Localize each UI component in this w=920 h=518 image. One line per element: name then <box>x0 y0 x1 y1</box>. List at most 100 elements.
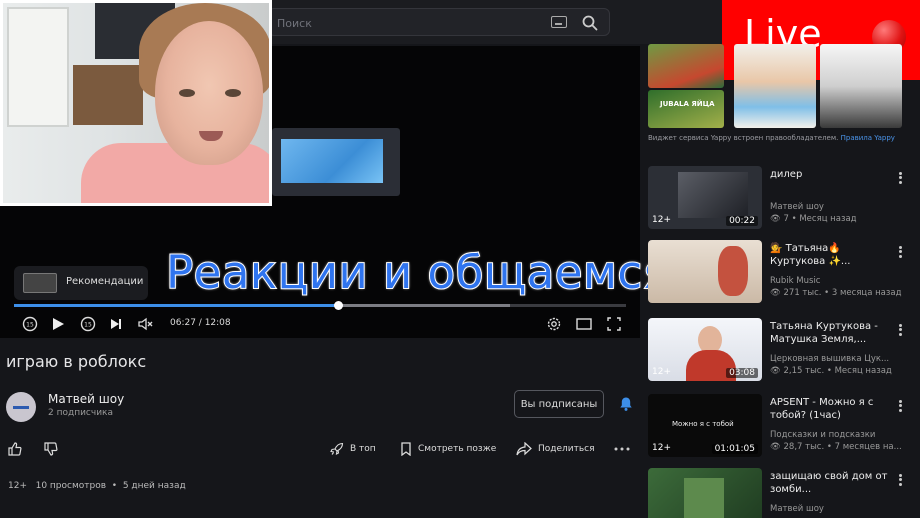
age-rating: 12+ <box>652 367 671 377</box>
video-meta: 12+ 10 просмотров • 5 дней назад <box>8 481 186 491</box>
recommendations-thumbnail <box>23 273 57 293</box>
age-rating: 12+ <box>652 443 671 453</box>
video-thumbnail[interactable] <box>648 468 762 518</box>
embedded-thumbnail <box>281 139 383 183</box>
channel-name[interactable]: Rubik Music <box>770 276 910 286</box>
upload-date: 3 месяца назад <box>831 288 902 298</box>
search-box[interactable] <box>268 8 610 36</box>
rewind-10-icon[interactable]: 15 <box>20 314 40 334</box>
watch-later-label: Смотреть позже <box>418 444 497 454</box>
sidebar: JUBALA ЯЙЦА Виджет сервиса Yappy встроен… <box>640 44 920 518</box>
dislike-icon[interactable] <box>44 441 58 457</box>
video-thumbnail[interactable]: 12+ 00:22 <box>648 166 762 229</box>
yappy-widget[interactable]: JUBALA ЯЙЦА <box>648 44 902 128</box>
webcam-feed <box>0 0 272 206</box>
more-options-icon[interactable] <box>896 322 904 336</box>
share-button[interactable]: Поделиться <box>516 441 595 457</box>
svg-text:15: 15 <box>26 322 34 329</box>
to-top-label: В топ <box>350 444 376 454</box>
keyboard-icon[interactable] <box>551 16 567 28</box>
duration-badge: 03:08 <box>726 368 758 378</box>
subscribe-button[interactable]: Вы подписаны <box>514 390 604 418</box>
watch-later-button[interactable]: Смотреть позже <box>400 441 496 457</box>
channel-name[interactable]: Матвей шоу <box>770 202 910 212</box>
channel-name[interactable]: Церковная вышивка Цук... <box>770 354 910 364</box>
more-options-icon[interactable] <box>896 244 904 258</box>
video-title: играю в роблокс <box>6 352 147 371</box>
share-arrow-icon <box>516 442 532 456</box>
video-stats: 👁 7 • Месяц назад <box>770 214 857 224</box>
progress-handle[interactable] <box>334 301 344 310</box>
recommended-video[interactable]: 12+ 00:22 дилер Матвей шоу 👁 7 • Месяц н… <box>648 166 920 232</box>
play-icon[interactable] <box>48 314 68 334</box>
embedded-screen <box>272 128 400 196</box>
svg-text:15: 15 <box>84 322 92 329</box>
search-icon[interactable] <box>581 14 599 32</box>
video-stats: 👁 271 тыс. • 3 месяца назад <box>770 288 902 298</box>
video-thumbnail[interactable] <box>648 240 762 303</box>
bookmark-icon <box>401 442 411 456</box>
video-stats: 👁 2,15 тыс. • Месяц назад <box>770 366 892 376</box>
subscriber-count: 2 подписчика <box>48 408 113 418</box>
to-top-button[interactable]: В топ <box>330 441 376 457</box>
view-count: 7 <box>783 214 789 224</box>
channel-name[interactable]: Матвей шоу <box>770 504 910 514</box>
view-count: 10 просмотров <box>35 481 107 491</box>
video-thumbnail[interactable]: 12+ 03:08 <box>648 318 762 381</box>
more-options-icon[interactable] <box>896 472 904 486</box>
share-label: Поделиться <box>538 444 595 454</box>
bell-icon[interactable] <box>618 396 634 412</box>
video-thumbnail[interactable]: Можно я с тобой 12+ 01:01:05 <box>648 394 762 457</box>
duration-badge: 00:22 <box>726 216 758 226</box>
ad-tile[interactable] <box>820 44 902 128</box>
duration-badge: 01:01:05 <box>711 444 758 454</box>
channel-name[interactable]: Матвей шоу <box>48 392 124 406</box>
rocket-icon <box>330 442 344 455</box>
upload-date: 5 дней назад <box>122 481 186 491</box>
video-title[interactable]: защищаю свой дом от зомби... <box>770 470 890 496</box>
ad-tile[interactable]: JUBALA ЯЙЦА <box>648 90 724 128</box>
ad-card-label: JUBALA ЯЙЦА <box>660 100 715 108</box>
recommendations-button[interactable]: Рекомендации <box>14 266 148 300</box>
volume-icon[interactable] <box>136 314 156 334</box>
widget-notice: Виджет сервиса Yappy встроен правооблада… <box>648 133 898 143</box>
upload-date: Месяц назад <box>799 214 857 224</box>
theater-mode-icon[interactable] <box>574 314 594 334</box>
player-controls: 15 15 06:27 / 12:08 <box>0 312 640 336</box>
more-options-icon[interactable] <box>896 398 904 412</box>
view-count: 271 тыс. <box>783 288 822 298</box>
ad-tile[interactable] <box>648 44 724 88</box>
avatar[interactable] <box>6 392 36 422</box>
view-count: 2,15 тыс. <box>783 366 825 376</box>
recommended-video[interactable]: 12+ 03:08 Татьяна Куртукова - Матушка Зе… <box>648 318 920 384</box>
next-icon[interactable] <box>106 314 126 334</box>
ad-tile[interactable] <box>734 44 816 128</box>
channel-name[interactable]: Подсказки и подсказки <box>770 430 910 440</box>
time-display: 06:27 / 12:08 <box>170 318 231 328</box>
stream-overlay-caption: Реакции и общаемся <box>165 245 671 300</box>
thumbnail-text: Можно я с тобой <box>672 420 734 428</box>
recommended-video[interactable]: 💁 Татьяна🔥 Куртукова ✨... Rubik Music 👁 … <box>648 240 920 306</box>
settings-gear-icon[interactable] <box>544 314 564 334</box>
video-title[interactable]: Татьяна Куртукова - Матушка Земля,... <box>770 320 890 346</box>
buffered-bar <box>338 304 510 307</box>
video-title[interactable]: 💁 Татьяна🔥 Куртукова ✨... <box>770 242 890 268</box>
recommended-video[interactable]: защищаю свой дом от зомби... Матвей шоу <box>648 468 920 518</box>
progress-bar[interactable] <box>14 301 626 310</box>
widget-notice-text: Виджет сервиса Yappy встроен правооблада… <box>648 134 839 142</box>
upload-date: 7 месяцев на... <box>834 442 902 452</box>
search-input[interactable] <box>277 13 537 33</box>
yappy-rules-link[interactable]: Правила Yappy <box>841 134 895 142</box>
separator: • <box>111 481 118 491</box>
forward-10-icon[interactable]: 15 <box>78 314 98 334</box>
video-stats: 👁 28,7 тыс. • 7 месяцев на... <box>770 442 902 452</box>
video-title[interactable]: дилер <box>770 168 890 181</box>
upload-date: Месяц назад <box>834 366 892 376</box>
video-title[interactable]: APSENT - Можно я с тобой? (1час) <box>770 396 890 422</box>
recommended-video[interactable]: Можно я с тобой 12+ 01:01:05 APSENT - Мо… <box>648 394 920 460</box>
progress-fill <box>14 304 339 307</box>
like-icon[interactable] <box>8 441 22 457</box>
fullscreen-icon[interactable] <box>604 314 624 334</box>
more-options-icon[interactable] <box>896 170 904 184</box>
more-options-icon[interactable] <box>614 441 630 457</box>
